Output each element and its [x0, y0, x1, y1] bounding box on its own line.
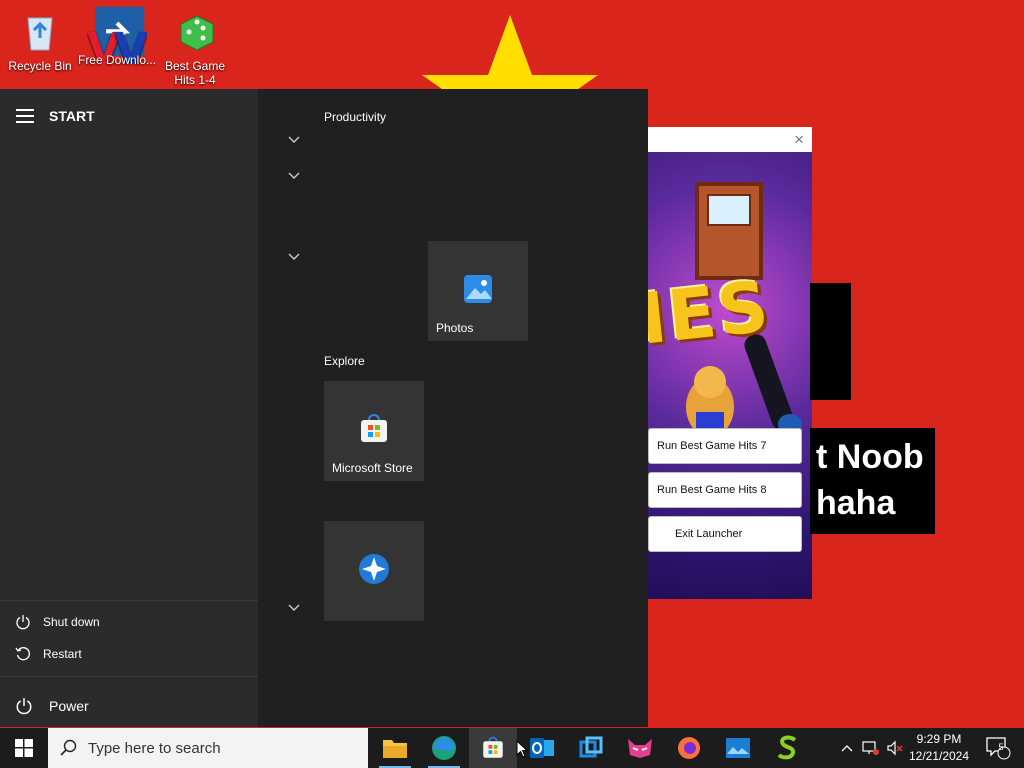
chevron-down-icon[interactable]: [288, 604, 300, 612]
taskbar-clock[interactable]: 9:29 PM 12/21/2024: [904, 731, 974, 765]
exit-launcher-button[interactable]: Exit Launcher: [648, 516, 802, 552]
restart-icon: [15, 647, 30, 661]
power-icon: [16, 698, 32, 715]
chevron-down-icon[interactable]: [288, 136, 300, 144]
taskbar-microsoft-store[interactable]: [469, 728, 517, 768]
tray-network[interactable]: [860, 728, 882, 768]
search-box[interactable]: Type here to search: [48, 728, 368, 768]
door-graphic: [695, 182, 763, 280]
best-game-hits-label: Best Game Hits 1-4: [164, 59, 226, 87]
search-placeholder: Type here to search: [88, 739, 221, 757]
tile-photos[interactable]: Photos: [428, 241, 528, 341]
chevron-up-icon: [841, 745, 853, 752]
run-best-game-hits-8-button[interactable]: Run Best Game Hits 8: [648, 472, 802, 508]
telescope-graphic: [744, 334, 802, 434]
recycle-bin-icon: [27, 17, 53, 51]
start-menu-tiles-pane: [258, 89, 648, 727]
cat-face-icon: [628, 739, 652, 758]
shut-down-option[interactable]: Shut down: [0, 607, 258, 637]
black-text-line-2: haha: [816, 484, 896, 522]
tray-volume[interactable]: [884, 728, 906, 768]
start-button[interactable]: [0, 728, 48, 768]
virtualbox-icon: [579, 736, 603, 758]
black-overlay-box: [810, 283, 851, 400]
s-logo-icon: [777, 735, 797, 760]
search-icon: [60, 739, 77, 756]
microsoft-store-icon: [483, 736, 503, 758]
hamburger-menu-icon[interactable]: [16, 109, 34, 123]
firefox-icon: [678, 737, 700, 759]
microsoft-store-icon: [361, 414, 387, 442]
taskbar-firefox[interactable]: [665, 728, 713, 768]
desktop-icon-best-game-hits[interactable]: Best Game Hits 1-4: [155, 4, 235, 87]
notification-center-button[interactable]: 5: [978, 728, 1018, 768]
group-label-productivity: Productivity: [324, 110, 387, 124]
free-download-label: Free Downlo...: [77, 53, 157, 67]
taskbar-app-pink[interactable]: [616, 728, 664, 768]
tile-unknown-app[interactable]: [324, 521, 424, 621]
desktop-icon-free-download[interactable]: V V Free Downlo...: [77, 4, 157, 75]
taskbar-app-s[interactable]: [763, 728, 811, 768]
tray-overflow-chevron[interactable]: [838, 728, 856, 768]
network-icon: [862, 741, 879, 755]
launcher-close-icon[interactable]: ×: [794, 130, 804, 150]
shut-down-label: Shut down: [43, 615, 100, 629]
photos-icon: [464, 275, 492, 303]
run-best-game-hits-7-button[interactable]: Run Best Game Hits 7: [648, 428, 802, 464]
notification-count: 5: [998, 742, 1004, 752]
power-label: Power: [49, 698, 89, 714]
clock-date: 12/21/2024: [908, 749, 970, 763]
edge-icon: [432, 736, 456, 760]
taskbar-edge[interactable]: [420, 728, 468, 768]
restart-label: Restart: [43, 647, 82, 661]
group-label-explore: Explore: [324, 354, 365, 368]
chevron-down-icon[interactable]: [288, 253, 300, 261]
chevron-down-icon[interactable]: [288, 172, 300, 180]
start-menu-left-pane: START Shut down Restart Power: [0, 89, 258, 727]
dice-icon: [180, 15, 214, 51]
start-title: START: [49, 108, 95, 124]
power-icon: [16, 615, 30, 630]
landscape-app-icon: [726, 738, 750, 758]
power-flyout: Shut down Restart: [0, 600, 258, 677]
black-text-line-1: t Noob: [816, 438, 924, 476]
restart-option[interactable]: Restart: [0, 639, 258, 669]
tile-photos-label: Photos: [436, 321, 474, 335]
app-star-icon: [359, 554, 389, 584]
clock-time: 9:29 PM: [916, 732, 962, 746]
taskbar: Type here to search 9:29 PM 12/21/2024 5: [0, 728, 1024, 768]
desktop-icon-recycle-bin[interactable]: Recycle Bin: [0, 4, 80, 73]
tile-microsoft-store-label: Microsoft Store: [332, 461, 413, 475]
taskbar-virtualbox[interactable]: [567, 728, 615, 768]
taskbar-app-blue[interactable]: [714, 728, 762, 768]
windows-logo-icon: [15, 739, 33, 757]
recycle-bin-label: Recycle Bin: [8, 59, 72, 73]
black-text-box: t Noob haha: [810, 428, 935, 534]
folder-icon: [383, 740, 407, 758]
volume-muted-icon: [887, 740, 903, 756]
mouse-cursor-icon: [516, 740, 528, 758]
tile-microsoft-store[interactable]: Microsoft Store: [324, 381, 424, 481]
power-button[interactable]: Power: [0, 686, 258, 726]
taskbar-file-explorer[interactable]: [371, 728, 419, 768]
outlook-icon: [530, 738, 554, 758]
